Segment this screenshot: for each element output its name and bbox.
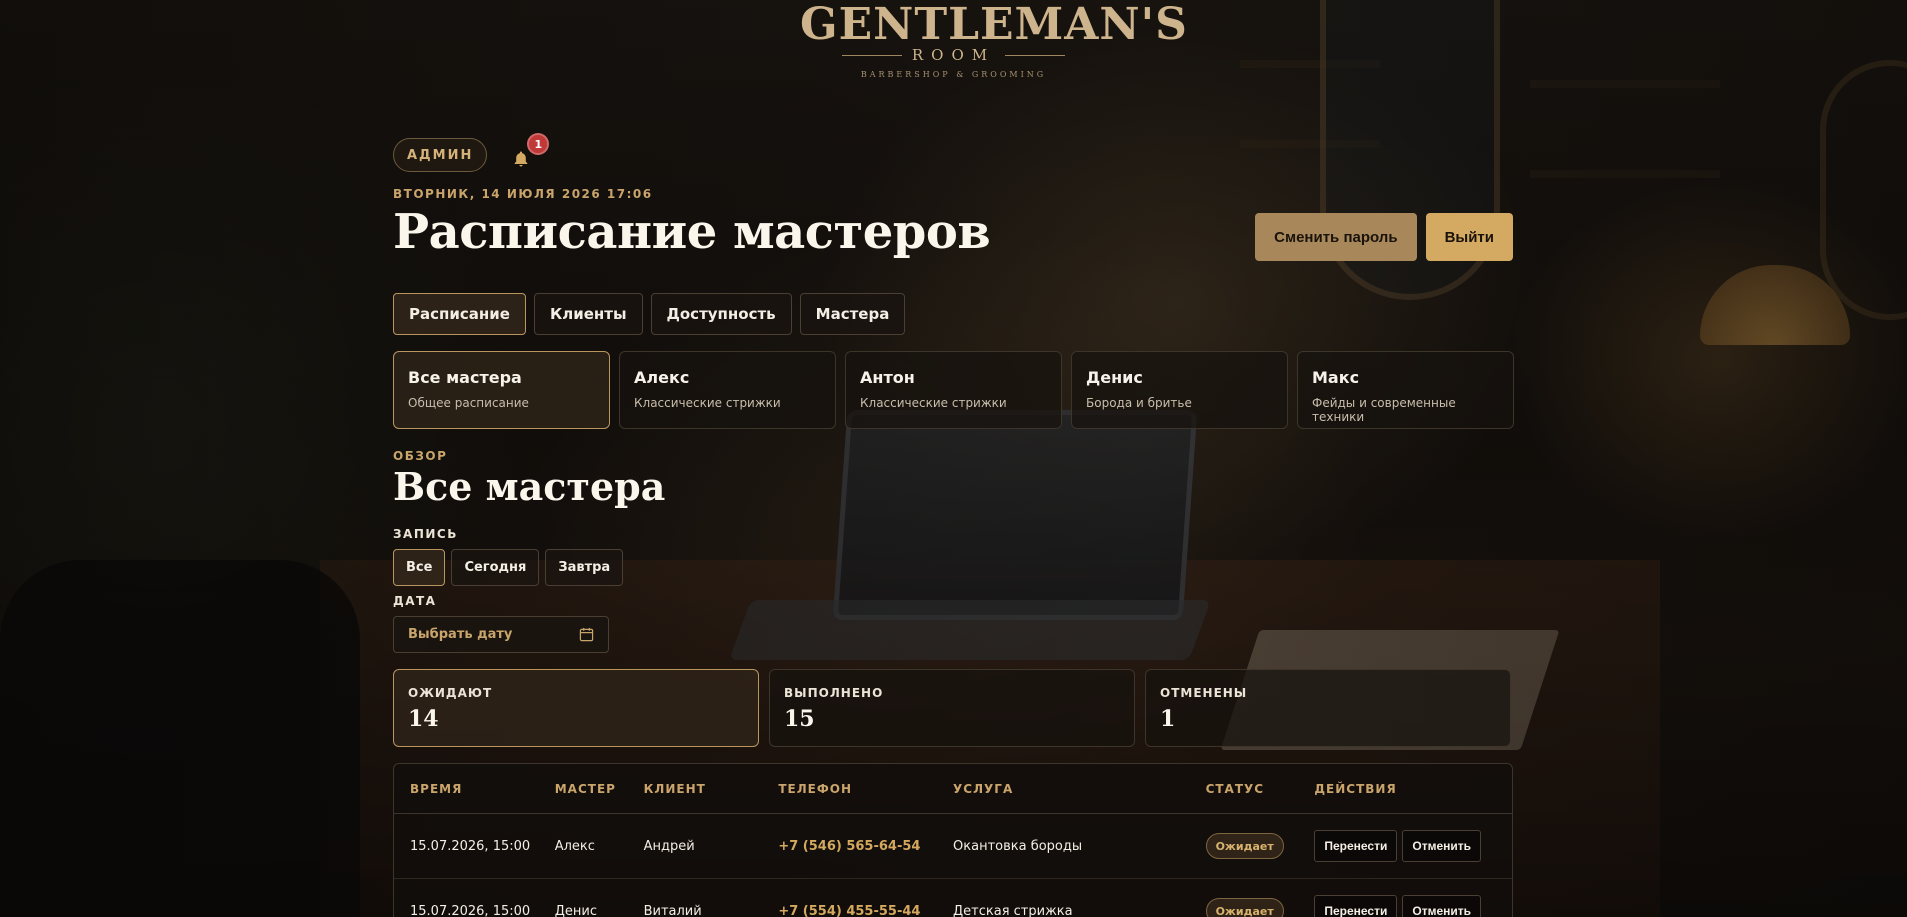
cell-client: Андрей (643, 838, 695, 854)
stat-label: ОЖИДАЮТ (408, 686, 493, 700)
cell-status: Ожидает (1205, 833, 1315, 859)
cell-master: Алекс (554, 838, 595, 854)
tab-schedule[interactable]: Расписание (393, 293, 526, 335)
column-header: ДЕЙСТВИЯ (1314, 781, 1397, 796)
notifications-button[interactable]: 1 (509, 133, 550, 167)
column-header: МАСТЕР (554, 781, 616, 796)
master-specialty: Фейды и современные техники (1312, 396, 1456, 424)
master-card-alex[interactable]: Алекс Классические стрижки (619, 351, 836, 429)
date-filter-label: ДАТА (393, 594, 437, 608)
reschedule-button[interactable]: Перенести (1314, 830, 1398, 862)
filter-tomorrow-button[interactable]: Завтра (545, 549, 624, 586)
header-actions: Сменить пароль Выйти (1255, 213, 1513, 261)
reschedule-button[interactable]: Перенести (1314, 895, 1398, 917)
master-name: Макс (1312, 368, 1360, 387)
column-header: КЛИЕНТ (643, 781, 706, 796)
calendar-icon (579, 627, 594, 642)
cell-time: 15.07.2026, 15:00 (410, 903, 531, 917)
cancel-button[interactable]: Отменить (1402, 895, 1481, 917)
cell-master: Денис (554, 903, 597, 917)
stat-value: 1 (1160, 706, 1176, 732)
appointments-table: ВРЕМЯ МАСТЕР КЛИЕНТ ТЕЛЕФОН УСЛУГА СТАТУ… (393, 763, 1513, 917)
page-title: Расписание мастеров (393, 204, 991, 260)
cell-phone-link[interactable]: +7 (546) 565-64-54 (778, 839, 953, 854)
cell-status: Ожидает (1205, 898, 1315, 917)
stat-value: 15 (784, 706, 815, 732)
bell-icon (515, 151, 528, 167)
stat-card-cancelled[interactable]: ОТМЕНЕНЫ 1 (1145, 669, 1511, 747)
cell-actions: Перенести Отменить (1314, 895, 1512, 917)
master-specialty: Борода и бритье (1086, 396, 1192, 410)
stat-label: ВЫПОЛНЕНО (784, 686, 884, 700)
master-specialty: Общее расписание (408, 396, 529, 410)
table-header: ВРЕМЯ МАСТЕР КЛИЕНТ ТЕЛЕФОН УСЛУГА СТАТУ… (394, 764, 1512, 814)
table-row: 15.07.2026, 15:00 Денис Виталий +7 (554)… (394, 879, 1512, 917)
cell-time: 15.07.2026, 15:00 (410, 838, 531, 854)
master-name: Денис (1086, 368, 1143, 387)
filter-today-button[interactable]: Сегодня (451, 549, 540, 586)
stat-label: ОТМЕНЕНЫ (1160, 686, 1248, 700)
master-card-anton[interactable]: Антон Классические стрижки (845, 351, 1062, 429)
tab-clients[interactable]: Клиенты (533, 293, 643, 335)
role-badge: АДМИН (393, 138, 488, 172)
cell-actions: Перенести Отменить (1314, 830, 1512, 862)
change-password-button[interactable]: Сменить пароль (1255, 213, 1417, 261)
brand-logo: GENTLEMAN'S ROOM BARBERSHOP & GROOMING (800, 0, 1188, 79)
date-picker[interactable]: Выбрать дату (393, 616, 609, 653)
master-card-denis[interactable]: Денис Борода и бритье (1071, 351, 1288, 429)
current-date: ВТОРНИК, 14 ИЮЛЯ 2026 17:06 (393, 187, 653, 201)
column-header: СТАТУС (1205, 781, 1265, 796)
overview-label: ОБЗОР (393, 449, 448, 463)
record-filters: Все Сегодня Завтра (393, 549, 624, 586)
master-selector: Все мастера Общее расписание Алекс Класс… (393, 351, 1514, 429)
column-header: УСЛУГА (953, 781, 1014, 796)
section-title: Все мастера (393, 464, 666, 509)
logo-line-1: GENTLEMAN'S (800, 0, 1188, 50)
master-name: Алекс (634, 368, 690, 387)
cell-client: Виталий (643, 903, 702, 917)
logo-tagline: BARBERSHOP & GROOMING (860, 70, 1047, 79)
stats-row: ОЖИДАЮТ 14 ВЫПОЛНЕНО 15 ОТМЕНЕНЫ 1 (393, 669, 1511, 747)
stat-value: 14 (408, 706, 439, 732)
cancel-button[interactable]: Отменить (1402, 830, 1481, 862)
master-card-all[interactable]: Все мастера Общее расписание (393, 351, 610, 429)
table-row: 15.07.2026, 15:00 Алекс Андрей +7 (546) … (394, 814, 1512, 879)
master-name: Антон (860, 368, 915, 387)
master-specialty: Классические стрижки (634, 396, 781, 410)
master-name: Все мастера (408, 368, 522, 387)
column-header: ТЕЛЕФОН (778, 781, 853, 796)
cell-phone-link[interactable]: +7 (554) 455-55-44 (778, 904, 953, 917)
status-badge: Ожидает (1205, 833, 1284, 859)
record-filter-label: ЗАПИСЬ (393, 527, 458, 541)
logout-button[interactable]: Выйти (1425, 213, 1513, 261)
stat-card-completed[interactable]: ВЫПОЛНЕНО 15 (769, 669, 1135, 747)
main-tabs: Расписание Клиенты Доступность Мастера (393, 293, 906, 335)
master-specialty: Классические стрижки (860, 396, 1007, 410)
status-badge: Ожидает (1205, 898, 1284, 917)
cell-service: Детская стрижка (953, 903, 1073, 917)
top-bar: АДМИН 1 (393, 133, 550, 172)
master-card-max[interactable]: Макс Фейды и современные техники (1297, 351, 1514, 429)
cell-service: Окантовка бороды (953, 838, 1083, 854)
stat-card-pending[interactable]: ОЖИДАЮТ 14 (393, 669, 759, 747)
tab-availability[interactable]: Доступность (650, 293, 792, 335)
filter-all-button[interactable]: Все (393, 549, 446, 586)
column-header: ВРЕМЯ (410, 781, 463, 796)
tab-masters[interactable]: Мастера (799, 293, 906, 335)
date-picker-placeholder: Выбрать дату (408, 627, 513, 642)
